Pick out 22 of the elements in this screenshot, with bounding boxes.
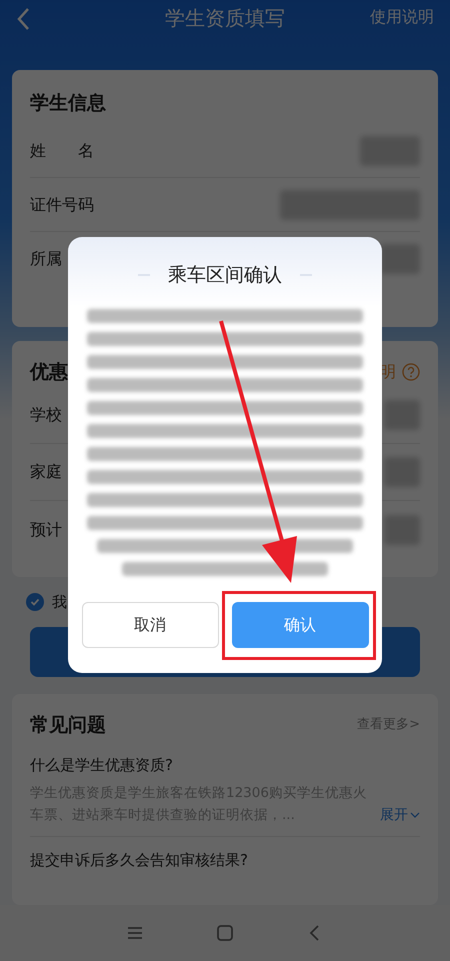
home-icon[interactable] — [215, 923, 235, 943]
section-title: 常见问题 — [30, 712, 106, 738]
faq-question: 什么是学生优惠资质? — [30, 755, 174, 776]
section-title: 学生信息 — [30, 91, 107, 116]
check-icon — [29, 596, 41, 608]
field-label: 学校 — [30, 404, 62, 426]
field-label: 预计 — [30, 518, 62, 540]
dialog-button[interactable]: 取消 — [82, 602, 218, 648]
field-label: 所属 — [30, 248, 62, 270]
field-label: 姓 名 — [30, 140, 94, 162]
section-title: 优惠 — [30, 360, 68, 385]
chevron-down-icon — [410, 810, 420, 820]
page-title: 学生资质填写 — [165, 5, 285, 32]
field-label: 家庭 — [30, 461, 62, 483]
dialog-title: 乘车区间确认 — [168, 263, 282, 288]
field-label: 证件号码 — [30, 194, 94, 216]
faq-question: 提交申诉后多久会告知审核结果? — [30, 850, 249, 871]
help-icon — [402, 363, 420, 381]
help-link[interactable]: 使用说明 — [370, 5, 434, 29]
agreement-text: 我 — [52, 592, 67, 613]
checkbox[interactable] — [26, 593, 44, 611]
dialog-button[interactable]: 确认 — [232, 602, 368, 648]
